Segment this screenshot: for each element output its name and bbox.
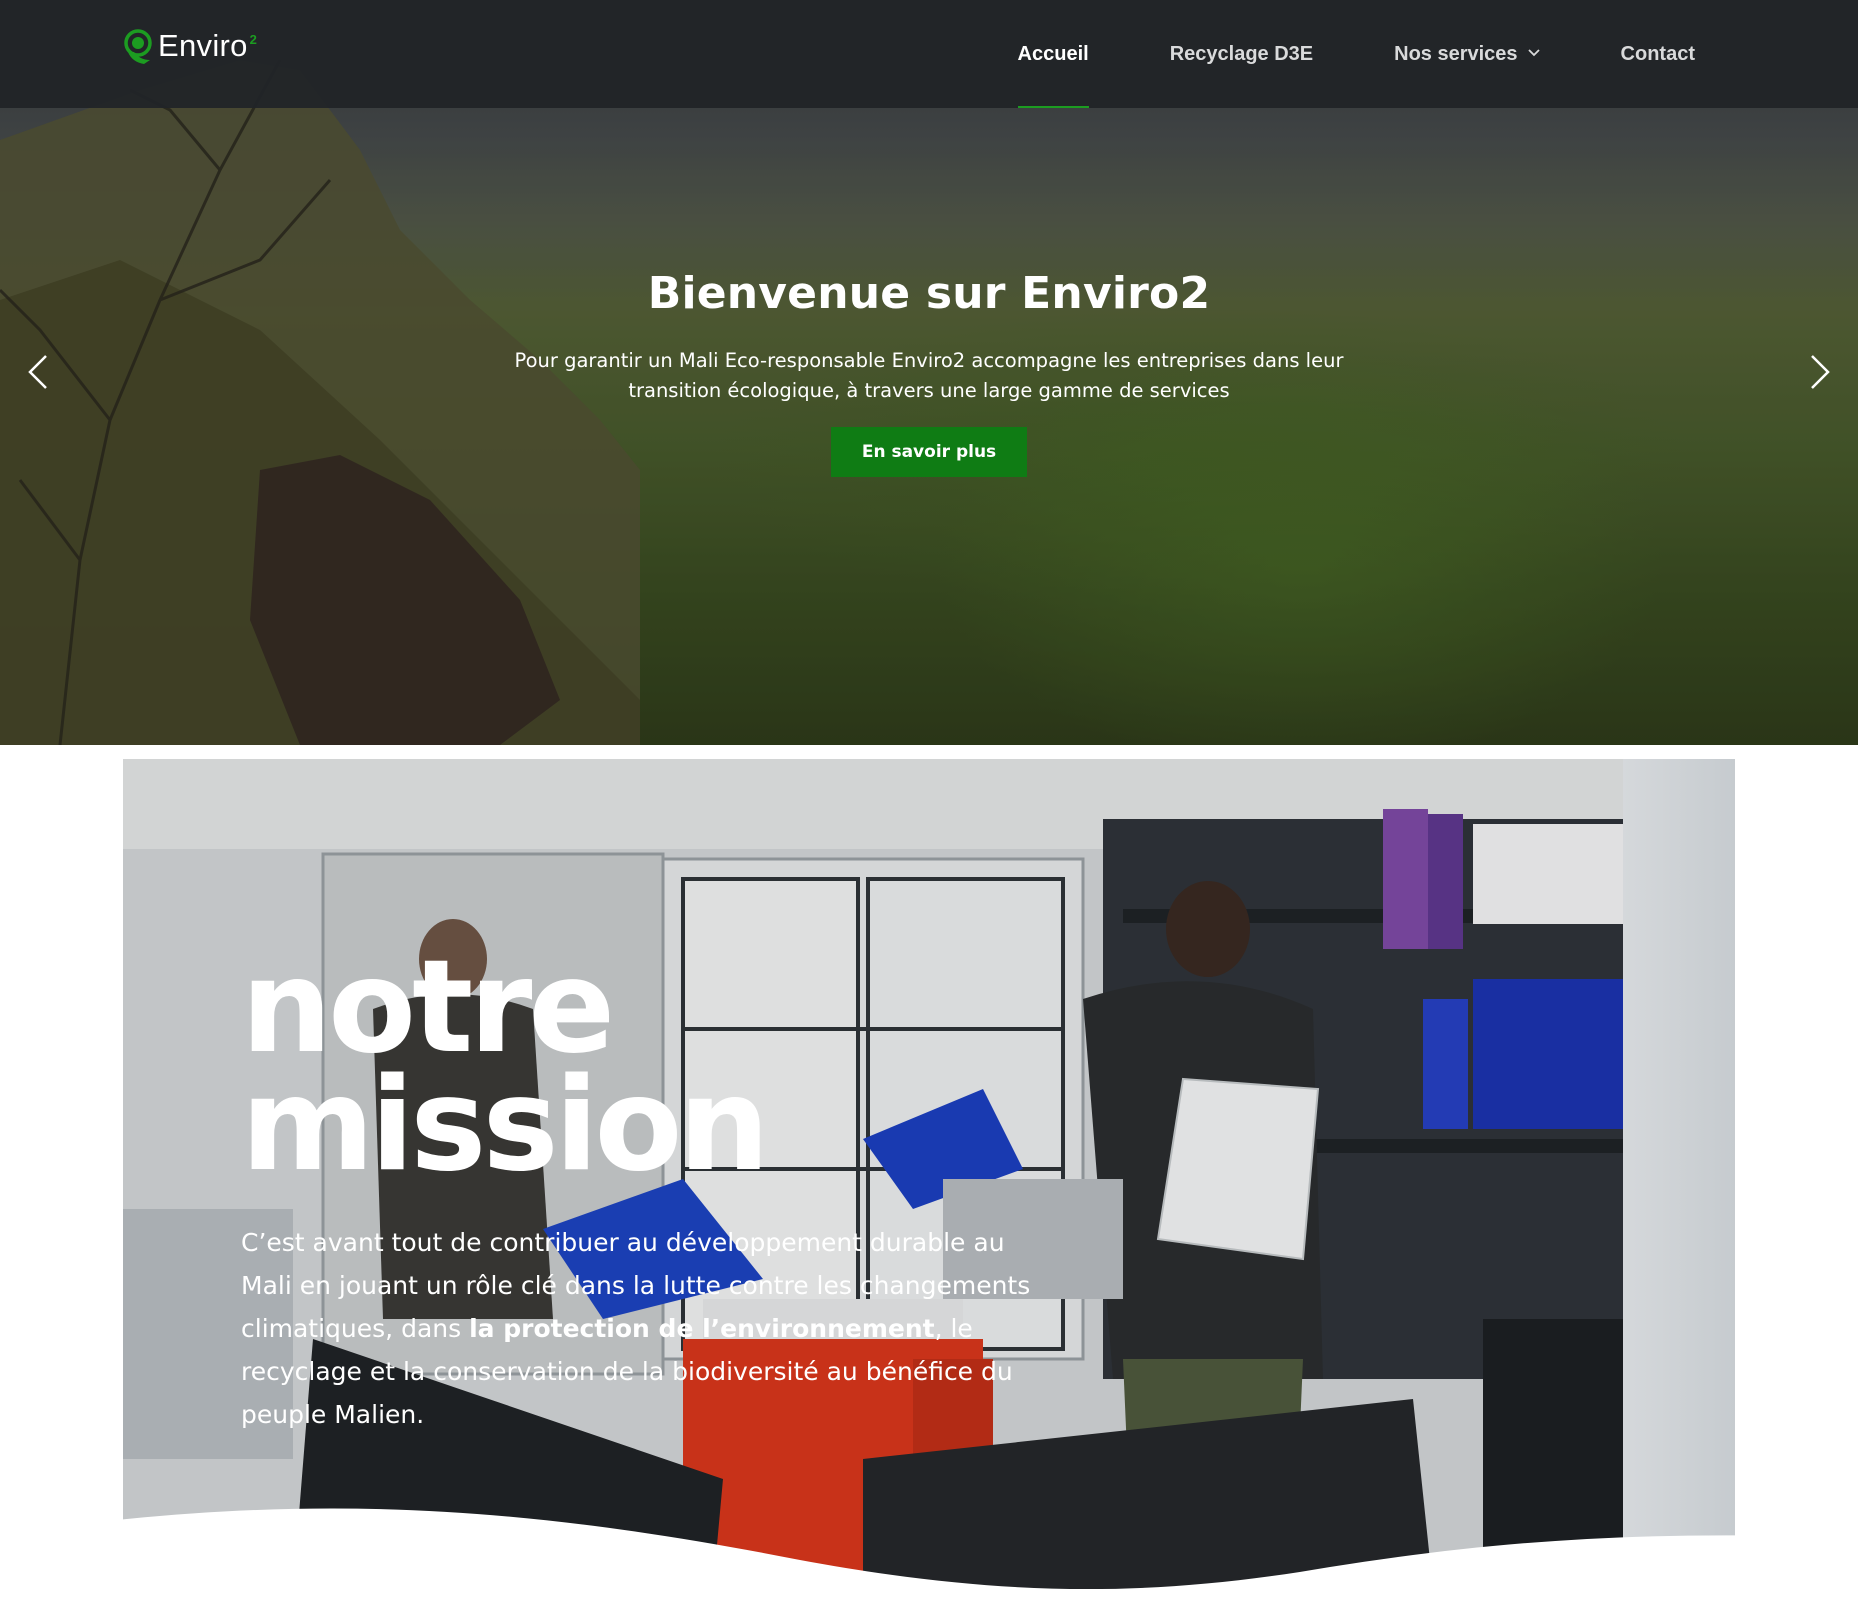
- hero-slider: Bienvenue sur Enviro2 Pour garantir un M…: [0, 0, 1858, 745]
- carousel-next-button[interactable]: [1798, 352, 1838, 392]
- hero-title: Bienvenue sur Enviro2: [647, 268, 1211, 319]
- leaf-globe-icon: [124, 29, 152, 64]
- brand-name: Enviro: [158, 28, 248, 63]
- nav-item-recyclage-d3e[interactable]: Recyclage D3E: [1170, 0, 1313, 108]
- chevron-left-icon: [28, 355, 47, 389]
- brand-logo[interactable]: Enviro 2: [122, 26, 257, 66]
- carousel-prev-button[interactable]: [20, 352, 60, 392]
- hero-description: Pour garantir un Mali Eco-responsable En…: [514, 349, 1344, 402]
- mission-section: notre mission C’est avant tout de contri…: [123, 759, 1735, 1589]
- mission-title-line: mission: [241, 1051, 770, 1200]
- top-navbar: Enviro 2 Accueil Recyclage D3E Nos servi…: [0, 0, 1858, 108]
- nav-item-label: Contact: [1620, 42, 1695, 65]
- nav-item-label: Accueil: [1017, 42, 1089, 65]
- chevron-down-icon: [1527, 46, 1540, 60]
- mission-image-edge: [1623, 759, 1735, 1589]
- main-navigation: Accueil Recyclage D3E Nos services Conta…: [937, 0, 1695, 108]
- mission-text: C’est avant tout de contribuer au dévelo…: [241, 1221, 1061, 1436]
- chevron-right-icon: [1811, 355, 1830, 389]
- nav-item-accueil[interactable]: Accueil: [1017, 0, 1089, 108]
- nav-item-contact[interactable]: Contact: [1621, 0, 1695, 108]
- mission-title: notre mission: [241, 944, 770, 1190]
- learn-more-button[interactable]: En savoir plus: [831, 427, 1027, 477]
- mission-text-highlight: la protection de l’environnement: [469, 1314, 935, 1343]
- nav-item-label: Nos services: [1394, 42, 1518, 65]
- nav-item-label: Recyclage D3E: [1169, 42, 1314, 65]
- brand-superscript: 2: [249, 32, 257, 47]
- nav-item-nos-services[interactable]: Nos services: [1394, 0, 1540, 108]
